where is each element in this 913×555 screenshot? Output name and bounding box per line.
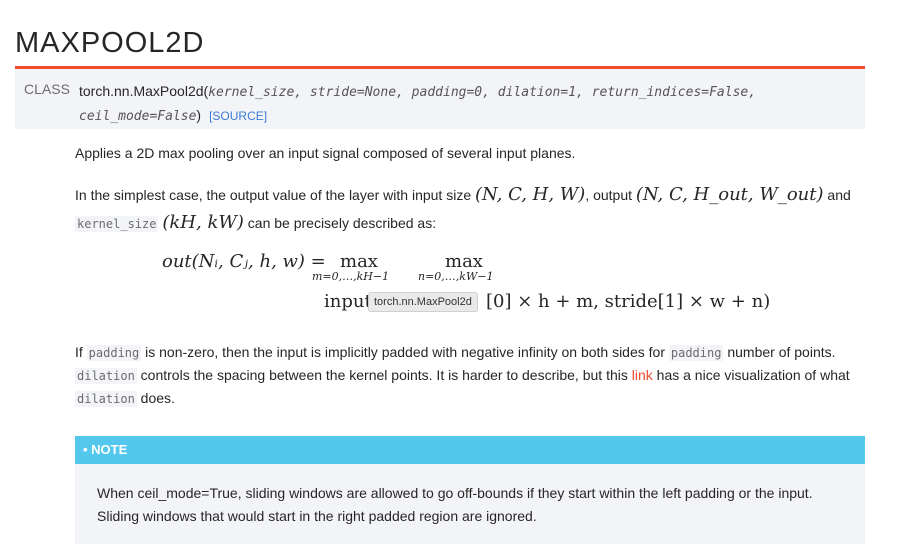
source-link[interactable]: [SOURCE] [209,109,267,123]
class-name: torch.nn.MaxPool2d( [79,83,209,99]
params-2: ceil_mode=False [79,109,197,124]
note-body: When ceil_mode=True, sliding windows are… [97,485,813,524]
equation-line2: [0] × h + m, stride[1] × w + n) [486,291,771,312]
params: kernel_size, stride=None, padding=0, dil… [208,85,757,100]
equation-sub-2: n=0,…,kW−1 [418,270,494,283]
equation-lhs: out(Nᵢ, Cⱼ, h, w) = [162,251,326,272]
equation-max-1: max [340,251,378,272]
link[interactable]: link [632,367,653,383]
paren: ) [196,107,202,123]
equation-input: input [324,291,372,312]
page-title: MAXPOOL2D [15,27,205,60]
description: Applies a 2D max pooling over an input s… [75,145,576,161]
tooltip: torch.nn.MaxPool2d [368,292,478,312]
equation-max-2: max [445,251,483,272]
description-3: If padding is non-zero, then the input i… [75,344,850,407]
description-2: In the simplest case, the output value o… [75,184,851,233]
note-box: • NOTE When ceil_mode=True, sliding wind… [75,436,865,544]
equation-sub-1: m=0,…,kH−1 [312,270,390,283]
class-signature: CLASS torch.nn.MaxPool2d(kernel_size, st… [15,69,865,129]
note-header: • NOTE [75,436,865,464]
class-label: CLASS [24,81,70,97]
